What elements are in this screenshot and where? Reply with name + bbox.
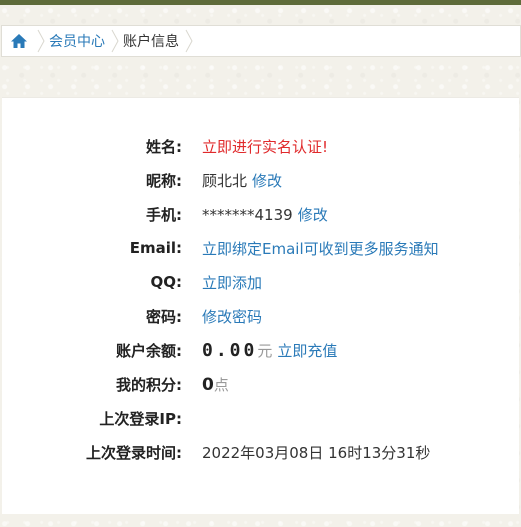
bind-email-link[interactable]: 立即绑定Email可收到更多服务通知 — [202, 238, 439, 259]
phone-row: 手机: *******4139 修改 — [2, 202, 519, 226]
phone-label: 手机: — [146, 205, 182, 224]
balance-unit: 元 — [257, 341, 273, 360]
add-qq-link[interactable]: 立即添加 — [202, 272, 262, 293]
points-row: 我的积分: 0 点 — [2, 372, 519, 396]
name-row: 姓名: 立即进行实名认证! — [2, 134, 519, 158]
nickname-label: 昵称: — [146, 171, 182, 190]
breadcrumb-separator-icon — [36, 26, 46, 56]
breadcrumb: 会员中心 账户信息 — [1, 25, 521, 57]
email-label: Email: — [129, 239, 182, 257]
recharge-link[interactable]: 立即充值 — [277, 340, 337, 361]
last-login-row: 上次登录时间: 2022年03月08日 16时13分31秒 — [2, 440, 519, 464]
balance-row: 账户余额: 0.00 元 立即充值 — [2, 338, 519, 362]
points-unit: 点 — [213, 375, 229, 394]
edit-phone-link[interactable]: 修改 — [298, 204, 328, 225]
points-value: 0 — [202, 374, 214, 395]
last-login-value: 2022年03月08日 16时13分31秒 — [202, 443, 431, 462]
account-info-panel: 姓名: 立即进行实名认证! 昵称: 顾北北 修改 手机: *******4139… — [2, 97, 519, 514]
last-login-label: 上次登录时间: — [86, 443, 182, 462]
breadcrumb-member-center[interactable]: 会员中心 — [46, 31, 110, 51]
breadcrumb-separator-icon — [184, 26, 194, 56]
password-label: 密码: — [146, 307, 182, 326]
password-row: 密码: 修改密码 — [2, 304, 519, 328]
email-row: Email: 立即绑定Email可收到更多服务通知 — [2, 236, 519, 260]
last-ip-label: 上次登录IP: — [99, 409, 182, 428]
points-label: 我的积分: — [116, 375, 182, 394]
edit-nickname-link[interactable]: 修改 — [252, 170, 282, 191]
verify-identity-link[interactable]: 立即进行实名认证! — [202, 136, 328, 157]
breadcrumb-account-info: 账户信息 — [123, 34, 179, 50]
name-label: 姓名: — [146, 137, 182, 156]
qq-label: QQ: — [150, 273, 182, 291]
nickname-value: 顾北北 — [202, 171, 248, 190]
qq-row: QQ: 立即添加 — [2, 270, 519, 294]
phone-value: *******4139 — [202, 205, 293, 224]
balance-label: 账户余额: — [116, 341, 182, 360]
last-ip-row: 上次登录IP: — [2, 406, 519, 430]
nickname-row: 昵称: 顾北北 修改 — [2, 168, 519, 192]
balance-value: 0.00 — [202, 339, 258, 361]
breadcrumb-separator-icon — [110, 26, 120, 56]
change-password-link[interactable]: 修改密码 — [202, 306, 262, 327]
home-icon[interactable] — [2, 26, 36, 56]
